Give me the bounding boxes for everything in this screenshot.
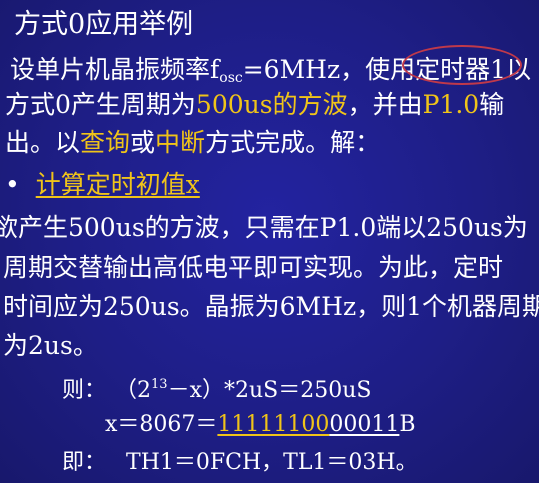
formula-text: －x）*2uS＝250uS	[167, 378, 372, 403]
binary-high-bits: 11111100	[217, 412, 330, 437]
body-line-1: 欲产生500us的方波，只需在P1.0端以250us为	[0, 213, 528, 242]
problem-line-3: 出。以查询或中断方式完成。解：	[5, 128, 380, 158]
superscript-13: 13	[151, 377, 168, 392]
formula-line-3: 即： TH1＝0FCH，TL1＝03H。	[62, 448, 418, 478]
highlight-text: 查询	[80, 128, 131, 157]
highlight-text: 500us的方波	[195, 90, 348, 119]
text-segment: ，并由	[347, 90, 423, 119]
text-segment: 方式完成。解：	[205, 128, 381, 157]
formula-text: TH1＝0FCH，TL1＝03H。	[126, 450, 418, 475]
binary-low-bits: 00011	[329, 412, 400, 437]
text-segment: 方式0产生周期为	[5, 90, 196, 119]
bullet-icon: •	[5, 170, 20, 199]
subscript-osc: osc	[219, 70, 243, 86]
highlight-text: P1.0	[422, 90, 480, 119]
formula-label: 则：	[62, 378, 107, 403]
body-line-3: 时间应为250us。晶振为6MHz，则1个机器周期	[3, 292, 539, 321]
section-heading-text: 计算定时初值x	[35, 170, 200, 199]
text-segment: 出。以	[5, 128, 81, 157]
text-segment: 设单片机晶振频率f	[10, 55, 220, 84]
formula-text: x＝8067＝	[105, 412, 218, 437]
formula-text: （2	[126, 378, 152, 403]
formula-line-2: x＝8067＝1111110000011B	[105, 410, 416, 440]
body-line-4: 为2us。	[3, 331, 98, 360]
slide-title: 方式0应用举例	[14, 9, 194, 40]
highlight-circle	[402, 45, 522, 85]
text-segment: 或	[130, 128, 156, 157]
problem-line-2: 方式0产生周期为500us的方波，并由P1.0输	[5, 90, 504, 120]
binary-suffix: B	[399, 412, 416, 437]
formula-line-1: 则： （213－x）*2uS＝250uS	[62, 370, 371, 406]
formula-label: 即：	[62, 450, 107, 475]
body-line-2: 周期交替输出高低电平即可实现。为此，定时	[3, 253, 504, 282]
section-heading: • 计算定时初值x	[5, 170, 200, 200]
text-segment: 输	[479, 90, 505, 119]
highlight-text: 中断	[155, 128, 206, 157]
